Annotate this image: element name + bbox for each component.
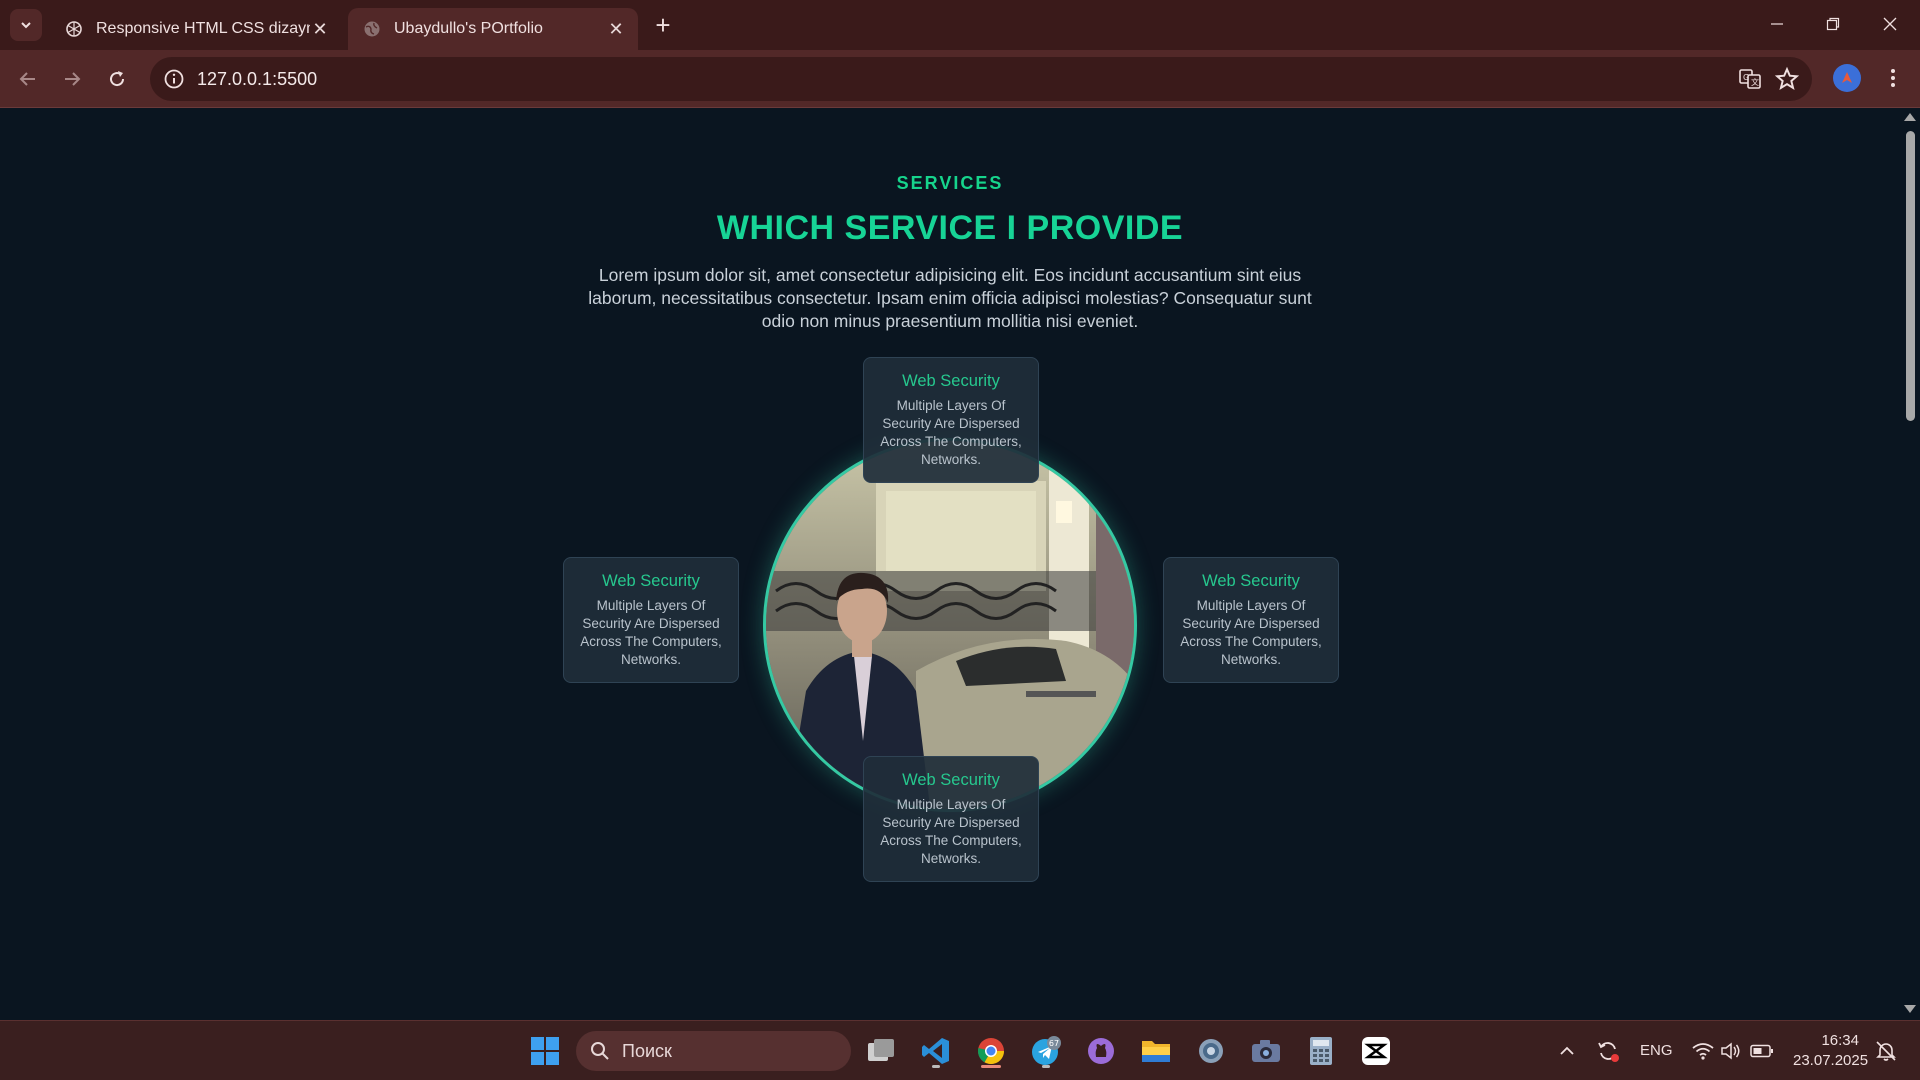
taskbar-telegram[interactable]: 67: [1026, 1031, 1066, 1071]
service-card-title: Web Security: [902, 372, 1000, 390]
notifications-button[interactable]: [1866, 1031, 1906, 1071]
taskbar-search[interactable]: Поиск: [576, 1031, 851, 1071]
running-indicator: [932, 1065, 940, 1068]
taskbar-calculator[interactable]: [1301, 1031, 1341, 1071]
search-icon: [591, 1042, 609, 1060]
gear-icon: [1199, 1039, 1223, 1063]
telegram-badge: 67: [1049, 1039, 1059, 1048]
running-indicator: [1042, 1065, 1050, 1068]
svg-text:文: 文: [1751, 77, 1759, 87]
vscode-icon: [922, 1038, 949, 1064]
github-icon: [1088, 1038, 1114, 1064]
browser-menu-button[interactable]: [1880, 64, 1906, 92]
back-button[interactable]: [12, 63, 44, 95]
battery-icon: [1750, 1044, 1773, 1058]
service-card-title: Web Security: [1202, 572, 1300, 590]
forward-button[interactable]: [56, 63, 88, 95]
taskbar-chrome[interactable]: [971, 1031, 1011, 1071]
section-eyebrow: SERVICES: [896, 173, 1004, 193]
info-icon[interactable]: [162, 67, 186, 91]
url-text[interactable]: 127.0.0.1:5500: [197, 69, 317, 90]
minimize-button[interactable]: [1757, 8, 1797, 40]
svg-text:G: G: [1743, 73, 1749, 82]
service-card-left[interactable]: Web Security Multiple Layers Of Security…: [563, 557, 739, 683]
task-view-icon: [868, 1039, 894, 1061]
service-card-top[interactable]: Web Security Multiple Layers Of Security…: [863, 357, 1039, 483]
taskbar-camera[interactable]: [1246, 1031, 1286, 1071]
taskbar-capcut[interactable]: [1356, 1031, 1396, 1071]
restore-button[interactable]: [1813, 8, 1853, 40]
running-indicator: [981, 1065, 1001, 1068]
close-icon[interactable]: ✕: [310, 19, 330, 39]
calculator-icon: [1310, 1037, 1332, 1065]
taskbar-settings[interactable]: [1191, 1031, 1231, 1071]
chrome-icon: [977, 1038, 1005, 1065]
address-bar[interactable]: 127.0.0.1:5500 G文: [150, 57, 1812, 101]
scroll-down-icon[interactable]: [1904, 1005, 1916, 1013]
telegram-icon: 67: [1032, 1036, 1061, 1065]
page-scrollbar[interactable]: [1900, 109, 1920, 1019]
bookmark-star-icon[interactable]: [1774, 66, 1800, 92]
browser-tab-bar: Responsive HTML CSS dizayn ✕ Ubaydullo's…: [0, 0, 1920, 50]
taskbar-vscode[interactable]: [916, 1031, 956, 1071]
minimize-icon: [1771, 23, 1783, 25]
taskbar-github[interactable]: [1081, 1031, 1121, 1071]
start-button[interactable]: [525, 1031, 565, 1071]
tab-portfolio[interactable]: Ubaydullo's POrtfolio ✕: [348, 8, 638, 50]
battery-tray-button[interactable]: [1742, 1031, 1782, 1071]
profile-icon: [1842, 72, 1852, 83]
more-vert-icon: [1891, 69, 1895, 87]
profile-avatar[interactable]: [1833, 64, 1861, 92]
close-window-button[interactable]: [1870, 8, 1910, 40]
page-viewport: SERVICES WHICH SERVICE I PROVIDE Lorem i…: [0, 109, 1900, 1019]
sync-tray-button[interactable]: [1588, 1031, 1628, 1071]
arrow-right-icon: [65, 72, 81, 86]
service-card-description: Multiple Layers Of Security Are Disperse…: [880, 797, 1022, 866]
windows-taskbar: Поиск 67 ENG 16:34 23.07.2025: [0, 1020, 1920, 1080]
arrow-left-icon: [19, 72, 35, 86]
openai-icon: [66, 21, 82, 37]
restore-icon: [1826, 17, 1840, 31]
service-card-title: Web Security: [602, 572, 700, 590]
service-card-description: Multiple Layers Of Security Are Disperse…: [1180, 598, 1322, 667]
tab-search-button[interactable]: [10, 9, 42, 41]
tab-title: Responsive HTML CSS dizayn: [96, 20, 310, 37]
capcut-icon: [1362, 1037, 1390, 1065]
service-card-title: Web Security: [902, 771, 1000, 789]
service-card-bottom[interactable]: Web Security Multiple Layers Of Security…: [863, 756, 1039, 882]
taskbar-file-explorer[interactable]: [1136, 1031, 1176, 1071]
service-card-description: Multiple Layers Of Security Are Disperse…: [880, 398, 1022, 467]
chevron-up-icon: [1560, 1046, 1574, 1055]
clock-date: 23.07.2025: [1793, 1052, 1869, 1069]
tab-title: Ubaydullo's POrtfolio: [394, 20, 543, 37]
system-clock[interactable]: 16:34 23.07.2025: [1793, 1031, 1869, 1071]
new-tab-button[interactable]: +: [650, 12, 676, 38]
sync-icon: [1598, 1042, 1619, 1062]
windows-logo-icon: [531, 1037, 559, 1065]
tab-responsive-html[interactable]: Responsive HTML CSS dizayn ✕: [50, 8, 342, 50]
language-indicator[interactable]: ENG: [1640, 1042, 1673, 1059]
browser-toolbar: 127.0.0.1:5500 G文: [0, 50, 1920, 108]
scroll-up-icon[interactable]: [1904, 113, 1916, 121]
clock-time: 16:34: [1821, 1032, 1859, 1049]
section-heading: WHICH SERVICE I PROVIDE: [716, 209, 1184, 247]
show-hidden-icons-button[interactable]: [1547, 1031, 1587, 1071]
reload-button[interactable]: [101, 63, 133, 95]
notification-bell-icon: [1876, 1041, 1896, 1061]
volume-icon: [1721, 1042, 1740, 1060]
service-card-description: Multiple Layers Of Security Are Disperse…: [580, 598, 722, 667]
folder-icon: [1142, 1041, 1170, 1062]
camera-icon: [1252, 1040, 1280, 1062]
close-icon: [1883, 17, 1897, 31]
taskbar-task-view[interactable]: [861, 1031, 901, 1071]
close-icon[interactable]: ✕: [606, 19, 626, 39]
search-placeholder: Поиск: [622, 1040, 672, 1061]
scrollbar-thumb[interactable]: [1906, 131, 1915, 421]
reload-icon: [110, 71, 125, 87]
service-card-right[interactable]: Web Security Multiple Layers Of Security…: [1163, 557, 1339, 683]
section-description: Lorem ipsum dolor sit, amet consectetur …: [588, 265, 1312, 331]
chevron-down-icon: [21, 22, 31, 29]
globe-icon: [364, 21, 380, 37]
translate-icon[interactable]: G文: [1738, 67, 1762, 91]
